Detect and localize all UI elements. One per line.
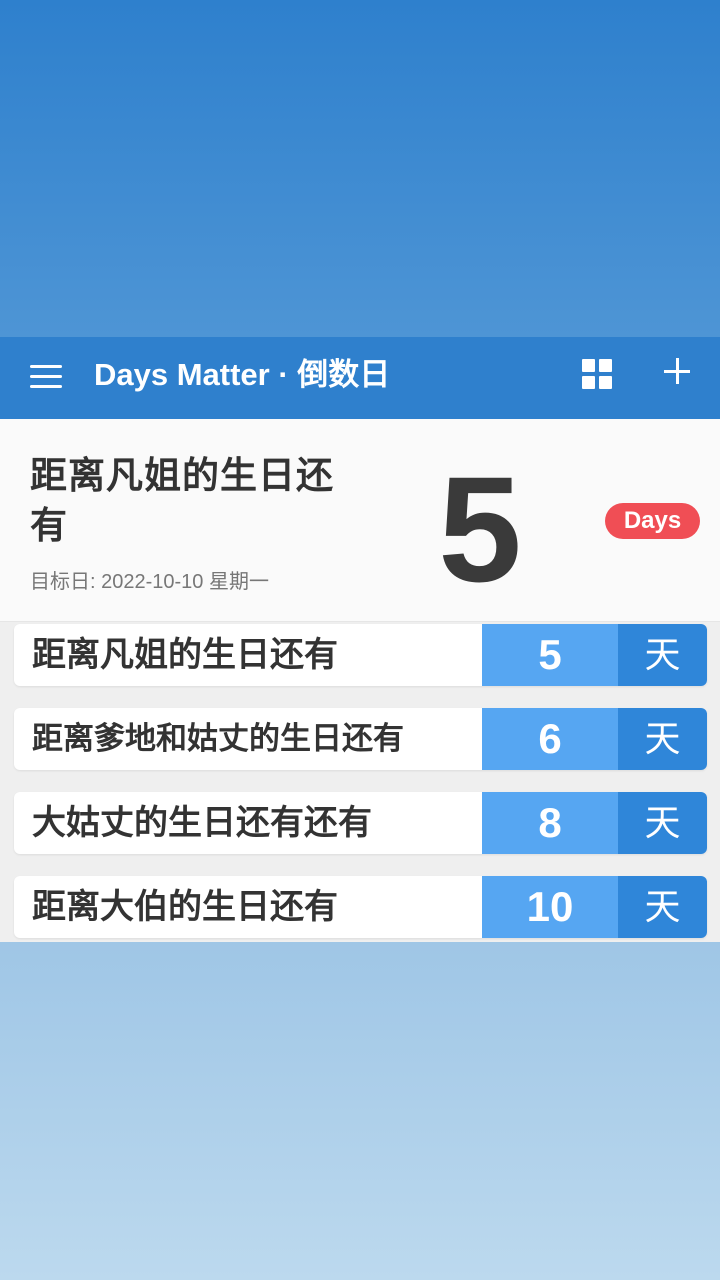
list-item[interactable]: 距离凡姐的生日还有 5 天 bbox=[14, 624, 707, 686]
event-title: 距离爹地和姑丈的生日还有 bbox=[32, 721, 404, 756]
background-bottom bbox=[0, 942, 720, 1280]
days-unit: 天 bbox=[618, 792, 707, 854]
grid-icon[interactable] bbox=[580, 357, 614, 391]
days-count: 8 bbox=[482, 792, 618, 854]
background-top bbox=[0, 0, 720, 337]
event-title: 大姑丈的生日还有还有 bbox=[32, 804, 372, 842]
event-title: 距离凡姐的生日还有 bbox=[32, 636, 338, 674]
days-count: 5 bbox=[482, 624, 618, 686]
app-title: Days Matter · 倒数日 bbox=[94, 357, 391, 392]
featured-event-title: 距离凡姐的生日还有 bbox=[30, 455, 334, 546]
days-unit: 天 bbox=[618, 708, 707, 770]
list-item[interactable]: 大姑丈的生日还有还有 8 天 bbox=[14, 792, 707, 854]
days-badge: Days bbox=[605, 503, 700, 539]
target-date: 目标日: 2022-10-10 星期一 bbox=[30, 571, 269, 593]
days-unit: 天 bbox=[618, 624, 707, 686]
menu-icon[interactable] bbox=[30, 361, 64, 395]
app-window: Days Matter · 倒数日 距离凡姐的生日还有 目标日: 2022-10… bbox=[0, 337, 720, 942]
list-item[interactable]: 距离大伯的生日还有 10 天 bbox=[14, 876, 707, 938]
featured-days-count: 5 bbox=[438, 445, 522, 613]
event-title: 距离大伯的生日还有 bbox=[32, 888, 338, 926]
toolbar: Days Matter · 倒数日 bbox=[0, 337, 720, 419]
featured-event-card[interactable]: 距离凡姐的生日还有 目标日: 2022-10-10 星期一 5 Days bbox=[0, 419, 720, 622]
days-count: 6 bbox=[482, 708, 618, 770]
plus-icon[interactable] bbox=[664, 357, 694, 387]
days-unit: 天 bbox=[618, 876, 707, 938]
list-item[interactable]: 距离爹地和姑丈的生日还有 6 天 bbox=[14, 708, 707, 770]
days-count: 10 bbox=[482, 876, 618, 938]
